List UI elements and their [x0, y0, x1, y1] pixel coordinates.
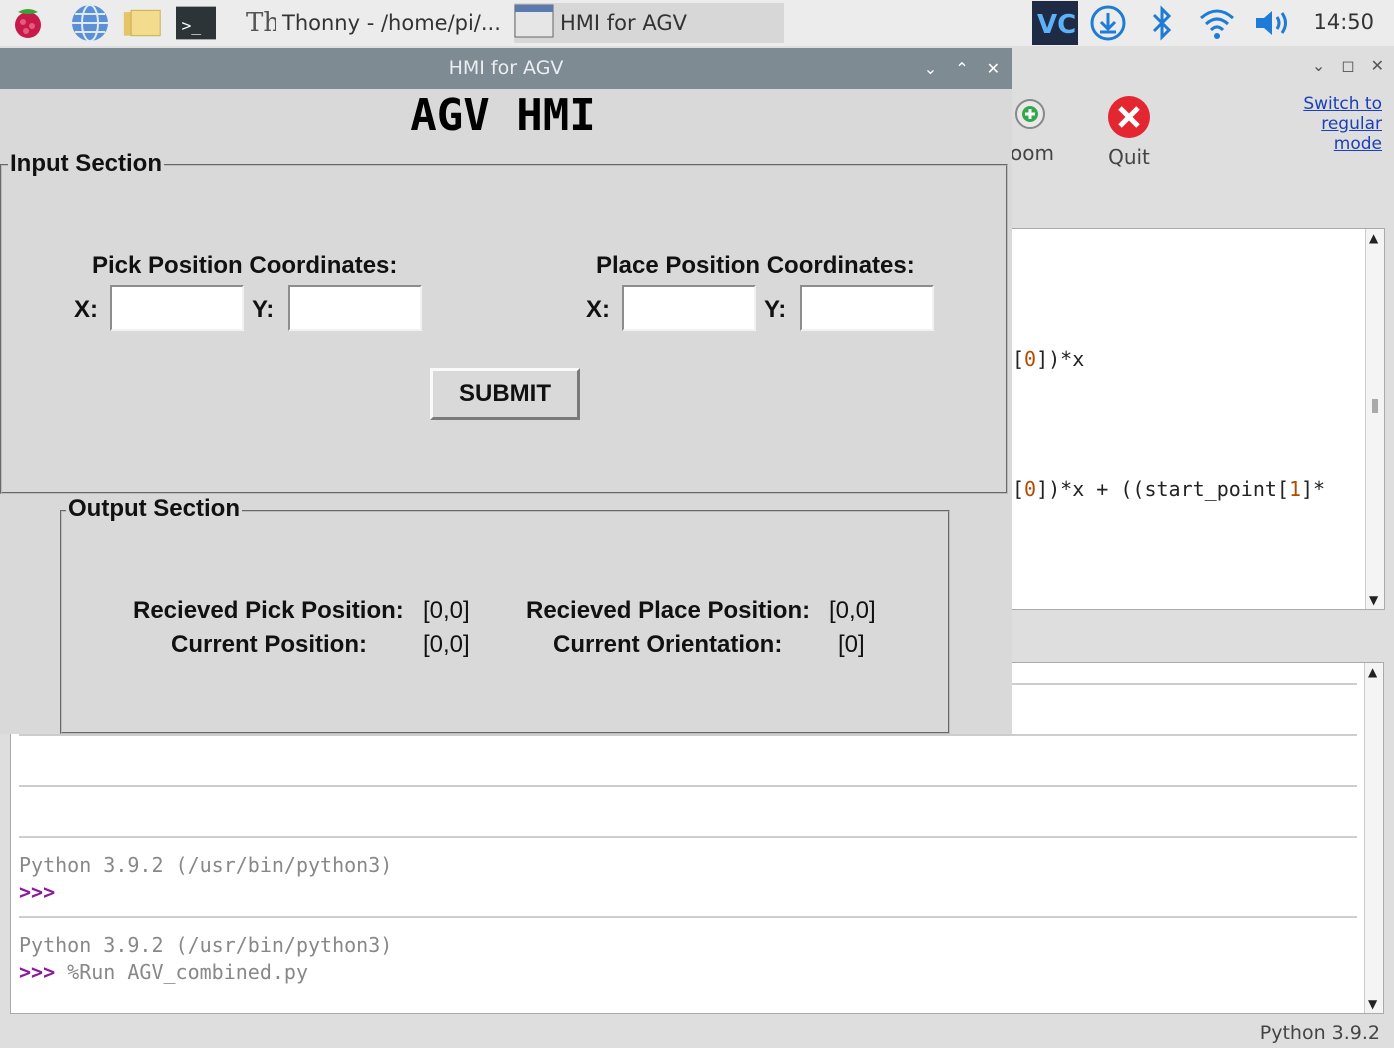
place-y-label: Y: [764, 296, 787, 323]
scroll-up-icon[interactable]: ▲ [1369, 231, 1378, 245]
pick-y-input[interactable] [288, 285, 422, 331]
current-position-value: [0,0] [423, 631, 470, 658]
switch-mode-link[interactable]: Switch to regular mode [1296, 94, 1382, 154]
code-line: [0])*x + ((start_point[1]* [1012, 477, 1326, 501]
shell-separator [19, 734, 1357, 736]
submit-button[interactable]: SUBMIT [430, 368, 580, 420]
hmi-window: HMI for AGV ⌄ ⌃ ✕ AGV HMI Input Section … [0, 48, 1012, 734]
switch-mode-line: mode [1333, 134, 1382, 154]
shell-scrollbar[interactable]: ▲ ▼ [1364, 663, 1383, 1013]
window-icon [514, 4, 554, 43]
taskbar-task-thonny[interactable]: Th Thonny - /home/pi/... [246, 3, 501, 43]
shell-command-line: >>> %Run AGV_combined.py [19, 960, 308, 984]
scroll-up-icon[interactable]: ▲ [1368, 665, 1377, 679]
taskbar-task-label: Thonny - /home/pi/... [282, 11, 501, 35]
thonny-icon: Th [246, 6, 280, 41]
zoom-label: oom [1010, 141, 1054, 165]
page-title: AGV HMI [410, 90, 596, 141]
shell-command: %Run AGV_combined.py [67, 960, 308, 984]
taskbar: >_ Th Thonny - /home/pi/... HMI for AGV … [0, 0, 1394, 46]
switch-mode-line: regular [1321, 114, 1382, 134]
maximize-icon[interactable]: ◻ [1341, 56, 1354, 75]
place-y-input[interactable] [800, 285, 934, 331]
place-x-label: X: [586, 296, 610, 323]
close-icon[interactable]: ✕ [1371, 56, 1384, 75]
editor-scrollbar[interactable]: ▲ ▼ [1365, 229, 1384, 609]
quit-button[interactable]: Quit [1106, 94, 1152, 169]
terminal-icon[interactable]: >_ [176, 4, 216, 42]
pick-x-label: X: [74, 296, 98, 323]
globe-icon[interactable] [70, 4, 110, 42]
pick-x-input[interactable] [110, 285, 244, 331]
svg-text:Th: Th [246, 8, 276, 36]
received-place-value: [0,0] [829, 597, 876, 624]
close-icon[interactable]: ✕ [987, 48, 1000, 89]
shell-prompt: >>> [19, 960, 56, 984]
code-editor[interactable]: [0])*x [0])*x + ((start_point[1]* ▲ ▼ [1012, 228, 1385, 610]
taskbar-task-hmi[interactable]: HMI for AGV [514, 3, 784, 43]
quit-icon [1106, 94, 1152, 145]
download-icon[interactable] [1088, 4, 1128, 42]
current-position-label: Current Position: [171, 631, 367, 658]
received-pick-label: Recieved Pick Position: [133, 597, 404, 624]
shell-separator [19, 836, 1357, 838]
vscode-icon[interactable]: VC [1032, 1, 1078, 45]
shell-output-line: Python 3.9.2 (/usr/bin/python3) [19, 933, 393, 957]
pick-y-label: Y: [252, 296, 275, 323]
python-version-status[interactable]: Python 3.9.2 [1260, 1022, 1380, 1044]
output-section-title: Output Section [66, 495, 242, 523]
quit-label: Quit [1108, 145, 1150, 169]
current-orientation-value: [0] [838, 631, 865, 658]
current-orientation-label: Current Orientation: [553, 631, 783, 658]
place-position-title: Place Position Coordinates: [596, 252, 915, 279]
received-pick-value: [0,0] [423, 597, 470, 624]
scroll-down-icon[interactable]: ▼ [1369, 593, 1378, 607]
clock[interactable]: 14:50 [1313, 10, 1374, 34]
pick-position-title: Pick Position Coordinates: [92, 252, 398, 279]
zoom-icon [1010, 94, 1054, 139]
minimize-icon[interactable]: ⌄ [924, 48, 937, 89]
scroll-down-icon[interactable]: ▼ [1368, 997, 1377, 1011]
thonny-window-controls: ⌄ ◻ ✕ [1312, 56, 1384, 75]
received-place-label: Recieved Place Position: [526, 597, 811, 624]
shell-separator [19, 916, 1357, 918]
bluetooth-icon[interactable] [1142, 4, 1182, 42]
hmi-window-title: HMI for AGV [448, 57, 564, 79]
minimize-icon[interactable]: ⌄ [1312, 56, 1325, 75]
input-section-title: Input Section [8, 150, 164, 178]
zoom-button[interactable]: oom [1010, 94, 1054, 165]
shell-separator [19, 785, 1357, 787]
shell-output-line: Python 3.9.2 (/usr/bin/python3) [19, 853, 393, 877]
svg-text:VC: VC [1037, 10, 1075, 40]
raspberry-icon[interactable] [8, 4, 48, 42]
scroll-thumb[interactable] [1372, 399, 1378, 413]
folder-icon[interactable] [122, 4, 162, 42]
shell-prompt: >>> [19, 880, 56, 904]
taskbar-task-label: HMI for AGV [560, 11, 687, 35]
hmi-titlebar[interactable]: HMI for AGV ⌄ ⌃ ✕ [0, 48, 1012, 89]
maximize-icon[interactable]: ⌃ [955, 48, 968, 89]
svg-text:>_: >_ [181, 16, 201, 35]
hmi-window-controls: ⌄ ⌃ ✕ [924, 48, 1000, 89]
volume-icon[interactable] [1252, 4, 1292, 42]
wifi-icon[interactable] [1197, 4, 1237, 42]
place-x-input[interactable] [622, 285, 756, 331]
code-line: [0])*x [1012, 347, 1085, 371]
switch-mode-line: Switch to [1303, 94, 1382, 114]
